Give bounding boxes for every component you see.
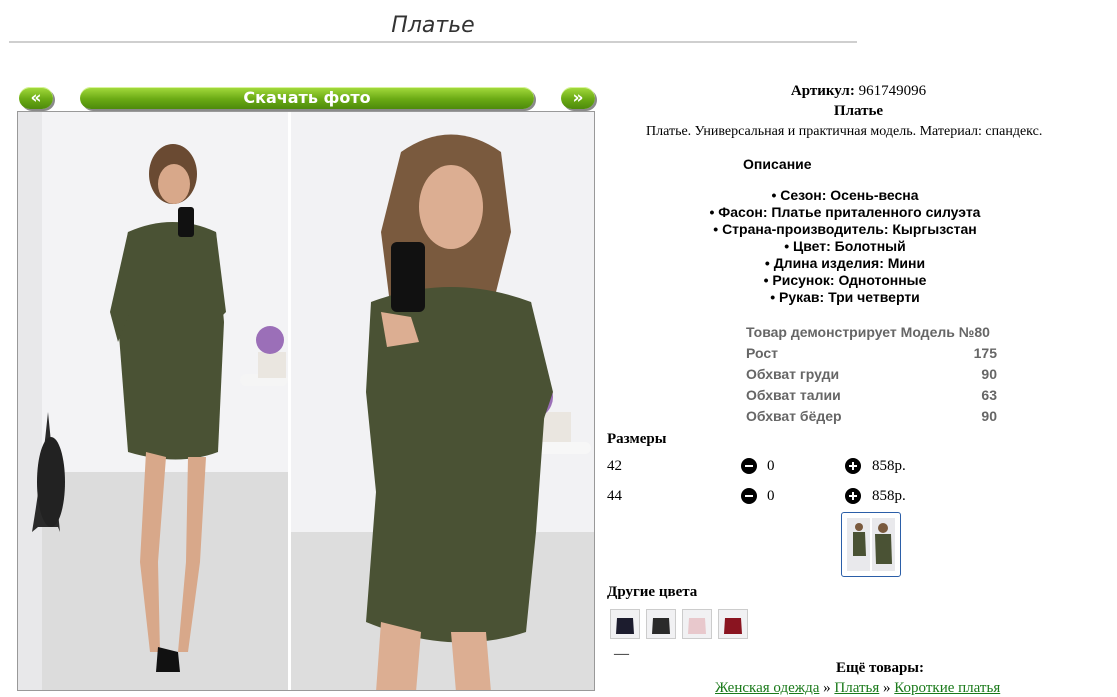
model-row-value: 90: [981, 366, 997, 382]
color-variant-thumbnail[interactable]: [610, 609, 640, 639]
photo-closeup: [291, 112, 594, 690]
decrease-quantity-icon[interactable]: [741, 458, 757, 474]
feature-item: • Сезон: Осень-весна: [771, 187, 919, 203]
model-row-label: Обхват груди: [746, 366, 840, 382]
description-title: Описание: [743, 156, 812, 172]
breadcrumb-separator: »: [883, 680, 891, 696]
color-variant-thumbnail[interactable]: [646, 609, 676, 639]
size-row-44: 44 0 858р.: [607, 486, 937, 506]
breadcrumb-link-dresses[interactable]: Платья: [834, 680, 879, 696]
size-price: 858р.: [872, 458, 906, 474]
size-label: 42: [607, 458, 622, 474]
model-row-value: 63: [981, 387, 997, 403]
model-row: Обхват груди 90: [746, 364, 997, 385]
model-row-value: 90: [981, 408, 997, 424]
model-row-label: Товар демонстрирует Модель №80: [746, 324, 990, 340]
previous-photo-button[interactable]: «: [19, 87, 53, 109]
sku-line: Артикул: 961749096: [600, 83, 1117, 100]
size-label: 44: [607, 488, 622, 504]
model-row: Обхват бёдер 90: [746, 406, 997, 427]
product-name: Платье: [833, 103, 884, 119]
feature-item: • Рукав: Три четверти: [770, 289, 920, 305]
feature-item: • Страна-производитель: Кыргызстан: [713, 221, 977, 237]
thumbnail-image: [847, 518, 895, 571]
next-photo-button[interactable]: »: [561, 87, 595, 109]
model-row-label: Обхват бёдер: [746, 408, 842, 424]
sku-value: 961749096: [858, 83, 927, 99]
page-title: Платье: [391, 13, 475, 38]
short-description: Платье. Универсальная и практичная модел…: [646, 124, 1043, 139]
photo-full-length: [18, 112, 288, 690]
feature-item: • Длина изделия: Мини: [764, 255, 926, 271]
download-photo-button[interactable]: Скачать фото: [80, 87, 534, 109]
model-row-label: Обхват талии: [746, 387, 841, 403]
model-measurements-table: Товар демонстрирует Модель №80 Рост 175 …: [746, 322, 997, 427]
feature-item: • Рисунок: Однотонные: [763, 272, 927, 288]
decrease-quantity-icon[interactable]: [741, 488, 757, 504]
product-photo[interactable]: [17, 111, 595, 691]
model-row-value: 175: [973, 345, 997, 361]
feature-item: • Цвет: Болотный: [784, 238, 906, 254]
breadcrumb-link-short-dresses[interactable]: Короткие платья: [894, 680, 1000, 696]
quantity-value: 0: [767, 488, 775, 504]
increase-quantity-icon[interactable]: [845, 488, 861, 504]
model-row-label: Рост: [746, 345, 778, 361]
feature-item: • Фасон: Платье приталенного силуэта: [709, 204, 981, 220]
feature-list: • Сезон: Осень-весна • Фасон: Платье при…: [680, 187, 1010, 306]
model-row: Обхват талии 63: [746, 385, 997, 406]
other-colors-title: Другие цвета: [607, 584, 698, 600]
quantity-value: 0: [767, 458, 775, 474]
model-row: Рост 175: [746, 343, 997, 364]
more-products-title: Ещё товары:: [835, 660, 925, 676]
breadcrumb-separator: »: [823, 680, 831, 696]
increase-quantity-icon[interactable]: [845, 458, 861, 474]
size-price: 858р.: [872, 488, 906, 504]
size-row-42: 42 0 858р.: [607, 456, 937, 476]
sku-label: Артикул:: [790, 83, 855, 99]
model-row: Товар демонстрирует Модель №80: [746, 322, 997, 343]
breadcrumb-link-womens-clothing[interactable]: Женская одежда: [715, 680, 819, 696]
sizes-title: Размеры: [607, 431, 667, 447]
color-variant-thumbnail[interactable]: [718, 609, 748, 639]
selected-photo-thumbnail[interactable]: [841, 512, 901, 577]
title-divider: [9, 41, 857, 43]
breadcrumb: Женская одежда » Платья » Короткие плать…: [715, 680, 1000, 697]
color-variant-thumbnail[interactable]: [682, 609, 712, 639]
